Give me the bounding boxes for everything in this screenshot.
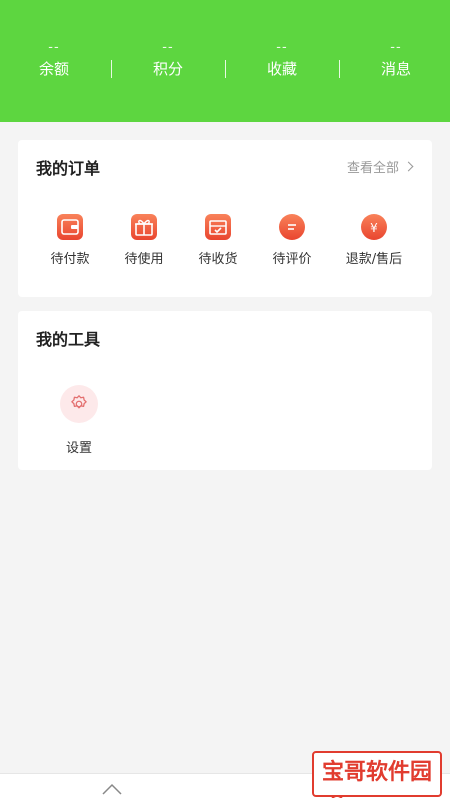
order-label: 待使用 xyxy=(124,252,164,267)
gift-icon xyxy=(131,214,157,240)
stat-label: 积分 xyxy=(152,60,183,78)
header: -- 余额 -- 积分 -- 收藏 -- 消息 xyxy=(0,0,450,122)
tool-label: 设置 xyxy=(65,441,92,456)
order-to-receive[interactable]: 待收货 xyxy=(180,214,256,267)
order-label: 待评价 xyxy=(272,252,312,267)
svg-text:¥: ¥ xyxy=(370,221,378,235)
stat-value: -- xyxy=(48,40,60,55)
home-icon[interactable] xyxy=(101,782,123,796)
stat-points[interactable]: -- 积分 xyxy=(112,40,224,80)
gear-icon xyxy=(60,385,98,423)
stat-favorites[interactable]: -- 收藏 xyxy=(226,40,338,80)
refund-icon: ¥ xyxy=(361,214,387,240)
stat-label: 收藏 xyxy=(266,60,297,78)
order-to-use[interactable]: 待使用 xyxy=(106,214,182,267)
package-icon xyxy=(205,214,231,240)
stat-balance[interactable]: -- 余额 xyxy=(0,40,110,80)
order-label: 待付款 xyxy=(50,252,90,267)
comment-icon xyxy=(279,214,305,240)
stat-value: -- xyxy=(162,40,174,55)
wallet-icon xyxy=(57,214,83,240)
stat-label: 消息 xyxy=(380,60,411,78)
stat-label: 余额 xyxy=(38,60,69,78)
orders-card: 我的订单 查看全部 待付款 待使用 待收货 待评价 ¥ 退款/售后 xyxy=(18,140,432,297)
order-pending-payment[interactable]: 待付款 xyxy=(32,214,108,267)
stat-value: -- xyxy=(390,40,402,55)
view-all-label: 查看全部 xyxy=(346,161,399,176)
view-all-orders-link[interactable]: 查看全部 xyxy=(346,157,414,176)
tools-card: 我的工具 设置 xyxy=(18,311,432,470)
stat-value: -- xyxy=(276,40,288,55)
orders-title: 我的订单 xyxy=(36,159,101,178)
order-label: 退款/售后 xyxy=(345,252,403,267)
chevron-right-icon xyxy=(403,161,414,172)
tools-title: 我的工具 xyxy=(36,330,101,349)
tool-settings[interactable]: 设置 xyxy=(44,385,114,456)
watermark-logo: 宝哥软件园 xyxy=(311,751,442,797)
order-to-review[interactable]: 待评价 xyxy=(254,214,330,267)
stat-messages[interactable]: -- 消息 xyxy=(340,40,450,80)
order-label: 待收货 xyxy=(198,252,238,267)
order-refund[interactable]: ¥ 退款/售后 xyxy=(336,214,412,267)
